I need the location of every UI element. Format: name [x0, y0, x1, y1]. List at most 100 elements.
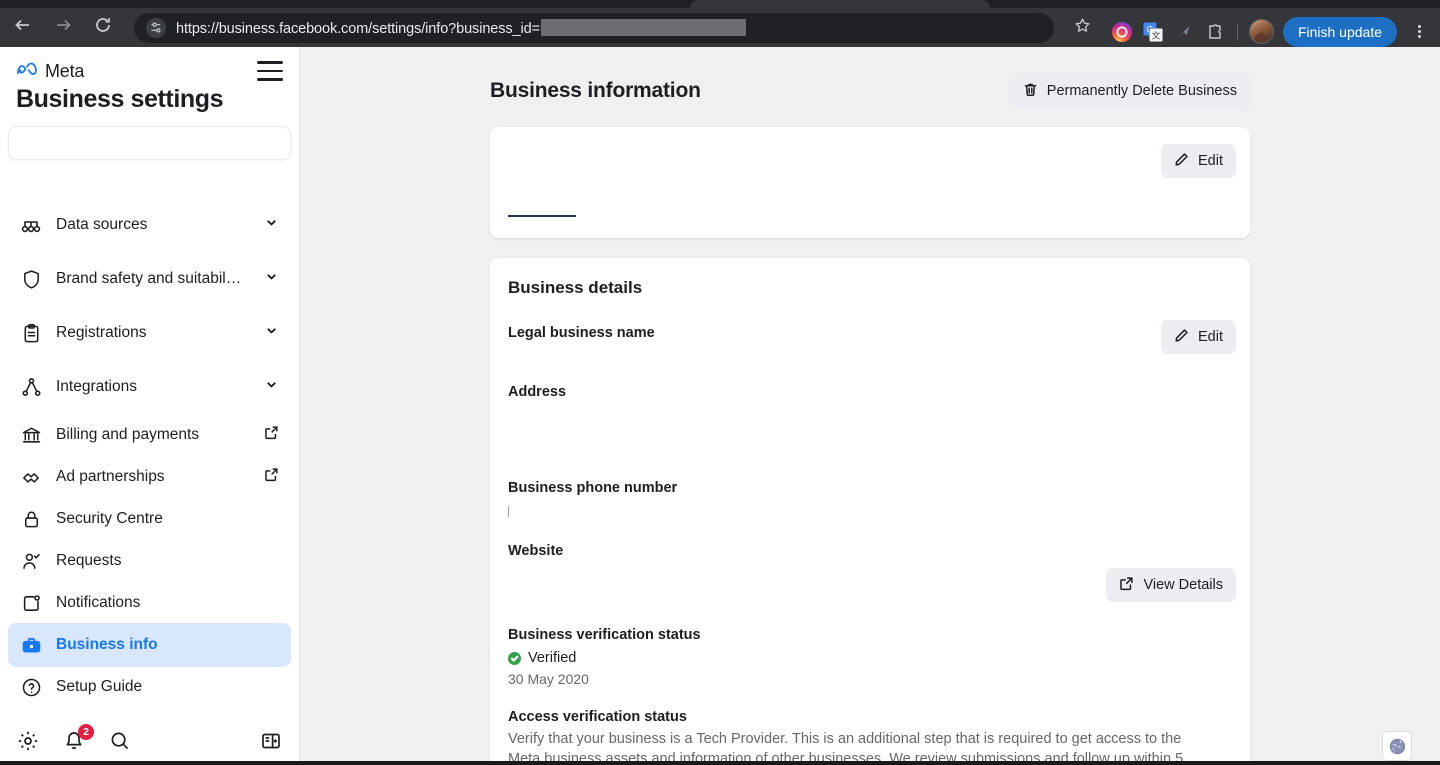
verified-label: Verified	[528, 650, 576, 666]
person-check-icon	[20, 550, 42, 572]
sidebar-search[interactable]	[8, 126, 291, 160]
meta-logo: Meta	[16, 61, 84, 82]
hamburger-menu-icon[interactable]	[257, 61, 283, 81]
chevron-down-icon[interactable]	[264, 377, 279, 397]
forward-button[interactable]	[46, 11, 80, 45]
gear-icon[interactable]	[16, 729, 40, 753]
verified-check-icon	[508, 652, 521, 665]
page-body: Meta Business settings Data sources	[0, 47, 1440, 765]
sidebar-item-brand-safety[interactable]: Brand safety and suitabil…	[8, 257, 291, 301]
trash-icon	[1023, 82, 1038, 101]
external-link-icon	[1119, 576, 1134, 595]
finish-update-button[interactable]: Finish update	[1283, 17, 1397, 47]
search-input[interactable]	[9, 127, 290, 159]
sidebar: Meta Business settings Data sources	[0, 47, 300, 765]
sidebar-item-data-sources[interactable]: Data sources	[8, 213, 291, 247]
meta-infinity-icon	[16, 62, 38, 81]
clipboard-icon	[20, 322, 42, 344]
main-content: Business information Permanently Delete …	[300, 47, 1440, 765]
delete-button-label: Permanently Delete Business	[1047, 83, 1237, 99]
sidebar-item-label: Brand safety and suitabil…	[56, 270, 250, 288]
chevron-down-icon[interactable]	[264, 323, 279, 343]
pencil-icon	[1174, 328, 1189, 347]
notification-badge: 2	[78, 724, 94, 740]
avatar[interactable]	[1249, 19, 1274, 44]
field-label: Legal business name	[508, 325, 1232, 341]
finish-update-label: Finish update	[1298, 24, 1382, 40]
business-name-redacted	[508, 215, 576, 217]
access-description-text: Verify that your business is a Tech Prov…	[508, 731, 1183, 765]
cursor-icon[interactable]	[1173, 21, 1195, 43]
back-arrow-icon	[14, 16, 32, 39]
field-label: Business verification status	[508, 627, 1232, 643]
chevron-down-icon[interactable]	[264, 215, 279, 235]
pencil-icon	[1174, 152, 1189, 171]
sidebar-item-business-info[interactable]: Business info	[8, 623, 291, 667]
view-details-label: View Details	[1143, 577, 1223, 593]
sidebar-item-label: Registrations	[56, 324, 250, 342]
access-verification-description: Verify that your business is a Tech Prov…	[508, 729, 1208, 765]
sidebar-item-notifications[interactable]: Notifications	[8, 581, 291, 625]
field-value	[508, 500, 1232, 521]
sidebar-item-requests[interactable]: Requests	[8, 539, 291, 583]
sidebar-footer: 2	[0, 717, 299, 765]
reload-button[interactable]	[86, 11, 120, 45]
browser-toolbar: https://business.facebook.com/settings/i…	[0, 8, 1440, 47]
window-bottom-edge	[0, 761, 1440, 765]
bell-icon[interactable]: 2	[62, 729, 86, 753]
details-edit-button[interactable]: Edit	[1161, 320, 1236, 354]
field-value	[508, 345, 1232, 359]
field-label: Access verification status	[508, 709, 1232, 725]
phone-redacted	[508, 506, 509, 517]
page-title: Business settings	[0, 81, 299, 126]
three-dot-menu-icon[interactable]	[1406, 17, 1432, 47]
sidebar-item-ad-partnerships[interactable]: Ad partnerships	[8, 455, 291, 499]
profile-edit-button[interactable]: Edit	[1161, 144, 1236, 178]
bank-icon	[20, 424, 42, 446]
shield-icon	[20, 268, 42, 290]
sidebar-item-security-centre[interactable]: Security Centre	[8, 497, 291, 541]
globe-icon[interactable]	[1382, 731, 1412, 761]
field-label: Business phone number	[508, 480, 1232, 496]
sidebar-item-registrations[interactable]: Registrations	[8, 311, 291, 355]
sidebar-item-billing-and-payments[interactable]: Billing and payments	[8, 413, 291, 457]
sidebar-item-label: Setup Guide	[56, 678, 279, 696]
google-translate-icon[interactable]: G 文	[1142, 21, 1164, 43]
bookmark-button[interactable]	[1066, 12, 1098, 44]
field-business-phone-number: Business phone number	[508, 480, 1232, 521]
business-details-card: Business details Edit Legal business nam…	[490, 258, 1250, 765]
address-bar[interactable]: https://business.facebook.com/settings/i…	[134, 13, 1054, 43]
instagram-icon[interactable]	[1111, 21, 1133, 43]
tab-strip	[0, 0, 1440, 8]
verified-status-row: Verified	[508, 650, 1232, 666]
collapse-panel-icon[interactable]	[259, 729, 283, 753]
business-information-title: Business information	[490, 79, 701, 103]
external-link-icon[interactable]	[264, 425, 279, 445]
sidebar-item-label: Data sources	[56, 216, 250, 234]
details-edit-label: Edit	[1198, 329, 1223, 345]
field-legal-business-name: Legal business name	[508, 325, 1232, 359]
view-details-button[interactable]: View Details	[1106, 568, 1236, 602]
external-link-icon[interactable]	[264, 467, 279, 487]
permanently-delete-business-button[interactable]: Permanently Delete Business	[1010, 74, 1250, 108]
back-button[interactable]	[6, 11, 40, 45]
sidebar-item-integrations[interactable]: Integrations	[8, 365, 291, 409]
sidebar-item-label: Notifications	[56, 594, 279, 612]
toolbar-divider	[1237, 23, 1238, 41]
star-icon	[1074, 17, 1091, 39]
site-settings-icon[interactable]	[146, 18, 166, 38]
sidebar-item-setup-guide[interactable]: Setup Guide	[8, 665, 291, 709]
search-icon[interactable]	[108, 729, 132, 753]
field-label: Address	[508, 384, 1232, 400]
extensions-puzzle-icon[interactable]	[1204, 21, 1226, 43]
chevron-down-icon[interactable]	[264, 269, 279, 289]
sidebar-nav: Data sources Brand safety and suitabil…	[0, 213, 299, 713]
sidebar-item-label: Security Centre	[56, 510, 279, 528]
url-text: https://business.facebook.com/settings/i…	[176, 19, 746, 37]
sidebar-brand-row: Meta	[0, 47, 299, 81]
field-label: Website	[508, 543, 1232, 559]
sidebar-item-label: Requests	[56, 552, 279, 570]
business-profile-card: Edit	[490, 127, 1250, 238]
active-tab[interactable]	[690, 0, 990, 8]
profile-edit-label: Edit	[1198, 153, 1223, 169]
